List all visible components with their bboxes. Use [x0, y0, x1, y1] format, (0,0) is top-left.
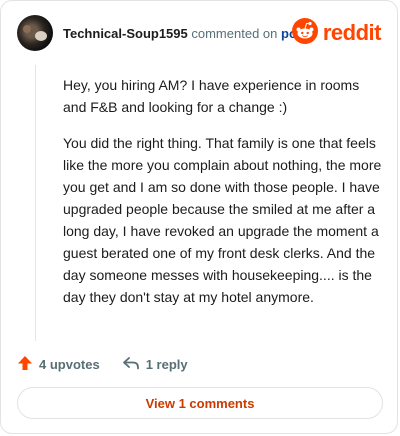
reply-arrow-icon	[122, 355, 146, 374]
reply-count: 1 reply	[145, 356, 188, 372]
comment-card: Technical-Soup1595 commented on post red…	[0, 0, 398, 434]
arrow-up-icon	[17, 355, 39, 374]
comment-paragraph: You did the right thing. That family is …	[63, 135, 382, 305]
reddit-logo[interactable]: reddit	[291, 17, 382, 49]
action-text: commented on	[191, 26, 278, 41]
upvote-button[interactable]: 4 upvotes	[17, 355, 100, 374]
reply-button[interactable]: 1 reply	[122, 355, 188, 374]
username-link[interactable]: Technical-Soup1595	[63, 26, 188, 41]
comment-actions: 4 upvotes 1 reply	[17, 353, 188, 375]
comment-header: Technical-Soup1595 commented on post red…	[17, 15, 382, 51]
view-comments-button[interactable]: View 1 comments	[17, 387, 383, 419]
upvote-count: 4 upvotes	[39, 356, 100, 372]
avatar[interactable]	[17, 15, 53, 51]
comment-paragraph: Hey, you hiring AM? I have experience in…	[63, 77, 360, 115]
reddit-snoo-icon	[291, 17, 318, 49]
reddit-wordmark: reddit	[322, 20, 382, 45]
comment-meta: Technical-Soup1595 commented on post	[63, 26, 308, 41]
thread-line	[35, 65, 36, 341]
comment-body: Hey, you hiring AM? I have experience in…	[63, 74, 383, 322]
